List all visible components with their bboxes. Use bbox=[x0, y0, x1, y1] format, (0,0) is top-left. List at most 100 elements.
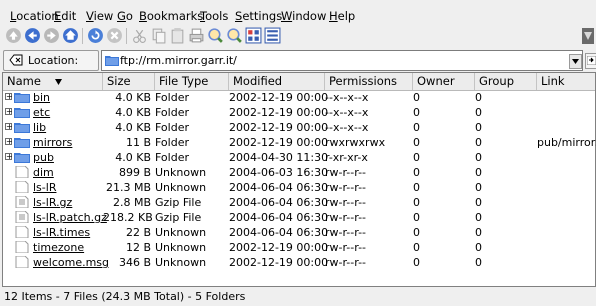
file-name[interactable]: pub bbox=[33, 150, 54, 165]
copy-icon[interactable] bbox=[150, 27, 167, 44]
menu-settings[interactable]: Settings bbox=[235, 9, 282, 23]
file-name[interactable]: welcome.msg bbox=[33, 255, 109, 270]
menu-go[interactable]: Go bbox=[117, 9, 133, 23]
file-name-cell[interactable]: ls-lR.gz bbox=[5, 195, 105, 210]
column-size[interactable]: Size bbox=[103, 73, 155, 90]
column-file-type[interactable]: File Type bbox=[155, 73, 229, 90]
location-label: Location: bbox=[28, 54, 79, 67]
menu-view[interactable]: View bbox=[86, 9, 113, 23]
menu-accelerator: H bbox=[329, 9, 338, 23]
expand-toggle[interactable]: + bbox=[5, 153, 13, 161]
file-name[interactable]: etc bbox=[33, 105, 50, 120]
cut-icon[interactable] bbox=[131, 27, 148, 44]
print-icon[interactable] bbox=[188, 27, 205, 44]
column-permissions[interactable]: Permissions bbox=[325, 73, 413, 90]
table-row[interactable]: + etc 4.0 KB Folder 2002-12-19 00:00 --x--x--… bbox=[3, 105, 595, 120]
table-row[interactable]: + mirrors 11 B Folder 2002-12-19 00:00 rwxrwx… bbox=[3, 135, 596, 150]
file-name-cell[interactable]: + lib bbox=[5, 120, 105, 135]
file-type: Gzip File bbox=[155, 196, 202, 209]
symlink-target bbox=[537, 150, 595, 165]
go-icon bbox=[587, 56, 596, 65]
up-folder-icon[interactable] bbox=[5, 27, 22, 44]
forward-icon[interactable] bbox=[43, 27, 60, 44]
file-name-cell[interactable]: ls-lR.times bbox=[5, 225, 105, 240]
status-bar: 12 Items - 7 Files (24.3 MB Total) - 5 F… bbox=[4, 290, 246, 303]
column-link[interactable]: Link bbox=[537, 73, 595, 90]
stop-icon[interactable] bbox=[106, 27, 123, 44]
table-row[interactable]: ls-lR.times 22 B Unknown 2004-06-04 06:30 rw… bbox=[3, 225, 595, 240]
menu-accelerator: B bbox=[139, 9, 147, 23]
permissions: rw-r--r-- bbox=[325, 181, 367, 194]
expand-toggle[interactable]: + bbox=[5, 108, 13, 116]
file-name-cell[interactable]: ls-lR bbox=[5, 180, 105, 195]
column-group[interactable]: Group bbox=[475, 73, 537, 90]
group: 0 bbox=[475, 151, 482, 164]
symlink-target bbox=[537, 180, 595, 195]
file-name[interactable]: mirrors bbox=[33, 135, 72, 150]
location-clear-button[interactable]: Location: bbox=[3, 50, 99, 71]
file-name-cell[interactable]: welcome.msg bbox=[5, 255, 109, 270]
table-row[interactable]: ls-lR 21.3 MB Unknown 2004-06-04 06:30 rw-r-… bbox=[3, 180, 595, 195]
detail-view-icon[interactable] bbox=[264, 27, 281, 44]
modified-date: 2002-12-19 00:00 bbox=[229, 121, 329, 134]
file-size: 4.0 KB bbox=[115, 151, 151, 164]
column-owner[interactable]: Owner bbox=[413, 73, 475, 90]
icon-view-icon[interactable] bbox=[245, 27, 262, 44]
table-row[interactable]: ls-lR.gz 2.8 MB Gzip File 2004-06-04 06:30 r… bbox=[3, 195, 595, 210]
column-name[interactable]: Name bbox=[3, 73, 103, 90]
file-name-cell[interactable]: + etc bbox=[5, 105, 105, 120]
home-icon[interactable] bbox=[62, 27, 79, 44]
location-go-button[interactable] bbox=[585, 53, 596, 69]
file-name-cell[interactable]: dim bbox=[5, 165, 105, 180]
location-input[interactable]: ftp://rm.mirror.garr.it/ bbox=[101, 50, 583, 71]
owner: 0 bbox=[413, 211, 420, 224]
file-name-cell[interactable]: ls-lR.patch.gz bbox=[5, 210, 107, 225]
menu-bar: Location Edit View Go Bookmarks Tools Settings… bbox=[0, 0, 596, 24]
file-type: Folder bbox=[155, 151, 189, 164]
paste-icon[interactable] bbox=[169, 27, 186, 44]
file-name[interactable]: timezone bbox=[33, 240, 84, 255]
file-name-cell[interactable]: + bin bbox=[5, 90, 105, 105]
menu-help[interactable]: Help bbox=[329, 9, 355, 23]
zoom-in-icon[interactable] bbox=[207, 27, 224, 44]
file-type: Unknown bbox=[155, 256, 207, 269]
menu-window[interactable]: Window bbox=[281, 9, 326, 23]
file-name-cell[interactable]: + mirrors bbox=[5, 135, 105, 150]
menu-edit[interactable]: Edit bbox=[54, 9, 76, 23]
expand-toggle[interactable]: + bbox=[5, 138, 13, 146]
file-name[interactable]: ls-lR.patch.gz bbox=[33, 210, 107, 225]
table-row[interactable]: dim 899 B Unknown 2004-06-03 16:30 rw-r--r--… bbox=[3, 165, 595, 180]
group: 0 bbox=[475, 226, 482, 239]
table-row[interactable]: ls-lR.patch.gz 218.2 KB Gzip File 2004-06-0… bbox=[3, 210, 595, 225]
back-icon[interactable] bbox=[24, 27, 41, 44]
menu-label-rest: iew bbox=[93, 9, 114, 23]
table-row[interactable]: timezone 12 B Unknown 2002-12-19 00:00 rw-r-… bbox=[3, 240, 595, 255]
table-row[interactable]: welcome.msg 346 B Unknown 2002-12-19 00:00 r… bbox=[3, 255, 595, 270]
symlink-target bbox=[537, 90, 595, 105]
menu-bookmarks[interactable]: Bookmarks bbox=[139, 9, 203, 23]
zoom-out-icon[interactable] bbox=[226, 27, 243, 44]
permissions: rw-r--r-- bbox=[325, 226, 367, 239]
file-name[interactable]: lib bbox=[33, 120, 46, 135]
expand-toggle[interactable]: + bbox=[5, 123, 13, 131]
file-name[interactable]: bin bbox=[33, 90, 50, 105]
file-name[interactable]: ls-lR bbox=[33, 180, 56, 195]
expand-toggle[interactable]: + bbox=[5, 93, 13, 101]
file-size: 12 B bbox=[125, 241, 151, 254]
column-modified[interactable]: Modified bbox=[229, 73, 325, 90]
file-name-cell[interactable]: + pub bbox=[5, 150, 105, 165]
file-name-cell[interactable]: timezone bbox=[5, 240, 105, 255]
location-dropdown-button[interactable] bbox=[569, 54, 582, 69]
table-row[interactable]: + pub 4.0 KB Folder 2004-04-30 11:30 r-xr-xr-… bbox=[3, 150, 595, 165]
menu-tools[interactable]: Tools bbox=[200, 9, 228, 23]
symlink-target bbox=[537, 165, 595, 180]
table-row[interactable]: + bin 4.0 KB Folder 2002-12-19 00:00 --x--x--… bbox=[3, 90, 595, 105]
table-row[interactable]: + lib 4.0 KB Folder 2002-12-19 00:00 --x--x--… bbox=[3, 120, 595, 135]
file-name[interactable]: ls-lR.gz bbox=[33, 195, 72, 210]
menu-location[interactable]: Location bbox=[10, 9, 59, 23]
modified-date: 2002-12-19 00:00 bbox=[229, 136, 329, 149]
file-name[interactable]: ls-lR.times bbox=[33, 225, 90, 240]
file-name[interactable]: dim bbox=[33, 165, 54, 180]
reload-icon[interactable] bbox=[87, 27, 104, 44]
folder-icon bbox=[105, 56, 119, 66]
